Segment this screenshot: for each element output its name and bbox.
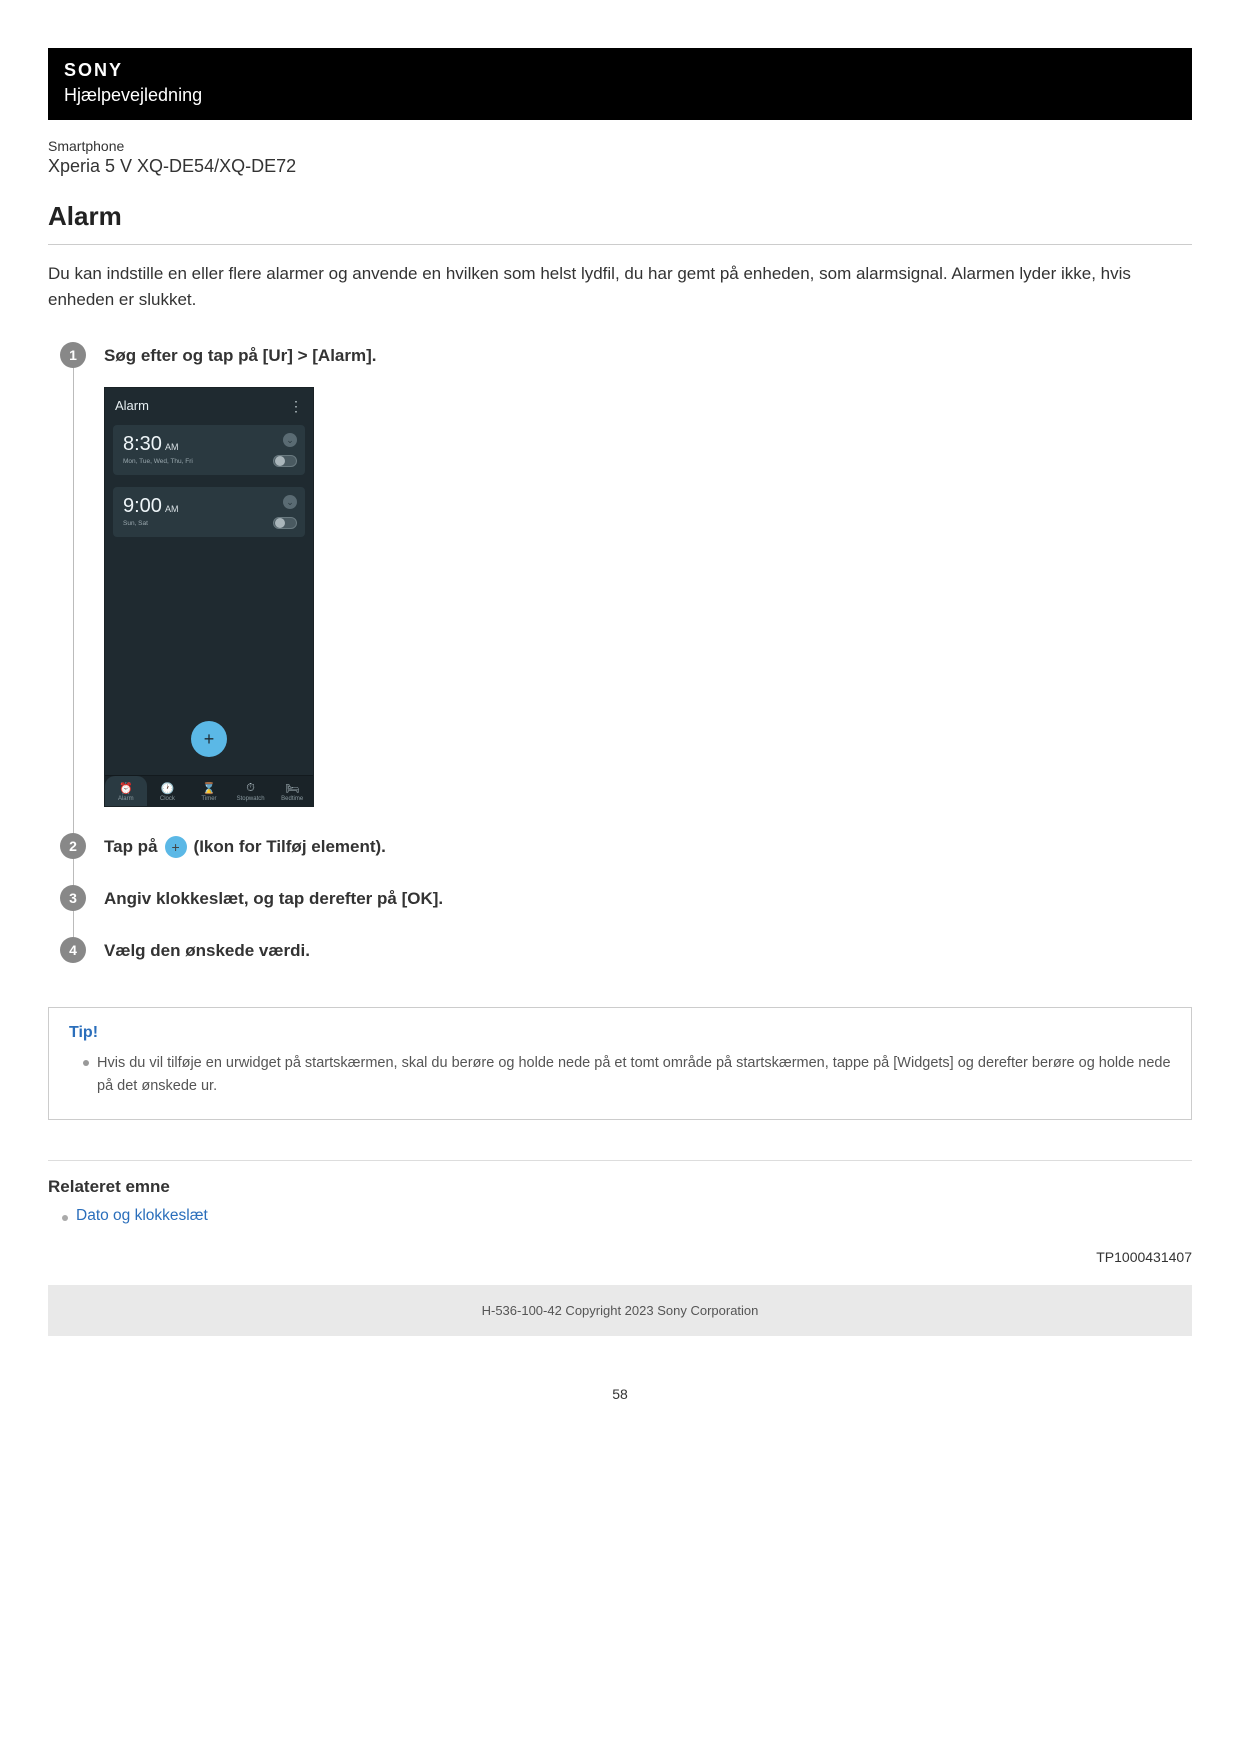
alarm-icon: ⏰ xyxy=(105,782,147,795)
nav-clock: 🕐Clock xyxy=(147,776,189,806)
step-connector xyxy=(73,364,74,838)
alarm-app-screenshot: Alarm ⋮ 8:30AM Mon, Tue, Wed, Thu, Fri ⌄… xyxy=(104,387,314,807)
add-item-icon: + xyxy=(165,836,187,858)
related-link[interactable]: Dato og klokkeslæt xyxy=(76,1207,208,1224)
step-4: 4 Vælg den ønskede værdi. xyxy=(60,937,1192,989)
alarm-toggle xyxy=(273,455,297,467)
step-instruction: Tap på + (Ikon for Tilføj element). xyxy=(104,835,1192,859)
page-title: Alarm xyxy=(48,201,1192,232)
nav-alarm: ⏰Alarm xyxy=(105,776,147,806)
alarm-toggle xyxy=(273,517,297,529)
alarm-row: 9:00AM Sun, Sat ⌄ xyxy=(113,487,305,537)
add-alarm-fab: + xyxy=(191,721,227,757)
help-guide-label: Hjælpevejledning xyxy=(64,85,1176,106)
step-number: 2 xyxy=(60,833,86,859)
step-number: 3 xyxy=(60,885,86,911)
step-instruction: Angiv klokkeslæt, og tap derefter på [OK… xyxy=(104,887,1192,911)
alarm-row: 8:30AM Mon, Tue, Wed, Thu, Fri ⌄ xyxy=(113,425,305,475)
nav-timer: ⌛Timer xyxy=(188,776,230,806)
header-bar: SONY Hjælpevejledning xyxy=(48,48,1192,120)
step-number: 4 xyxy=(60,937,86,963)
related-title: Relateret emne xyxy=(48,1177,1192,1197)
alarm-days: Mon, Tue, Wed, Thu, Fri xyxy=(123,458,295,465)
step-2: 2 Tap på + (Ikon for Tilføj element). xyxy=(60,833,1192,885)
tip-title: Tip! xyxy=(69,1024,1171,1042)
step-connector xyxy=(73,907,74,941)
product-category: Smartphone xyxy=(48,138,1192,154)
document-id: TP1000431407 xyxy=(48,1249,1192,1265)
alarm-ampm: AM xyxy=(165,442,179,452)
step-number: 1 xyxy=(60,342,86,368)
alarm-ampm: AM xyxy=(165,504,179,514)
alarm-days: Sun, Sat xyxy=(123,520,295,527)
step-3: 3 Angiv klokkeslæt, og tap derefter på [… xyxy=(60,885,1192,937)
brand-logo: SONY xyxy=(64,60,1176,81)
stopwatch-icon: ⏱ xyxy=(230,782,272,795)
tip-item: Hvis du vil tilføje en urwidget på start… xyxy=(83,1052,1171,1097)
alarm-time: 8:30 xyxy=(123,433,162,455)
product-model: Xperia 5 V XQ-DE54/XQ-DE72 xyxy=(48,156,1192,177)
step-instruction: Vælg den ønskede værdi. xyxy=(104,939,1192,963)
step-connector xyxy=(73,855,74,889)
nav-bedtime: 🛏Bedtime xyxy=(271,776,313,806)
nav-stopwatch: ⏱Stopwatch xyxy=(230,776,272,806)
bedtime-icon: 🛏 xyxy=(271,782,313,795)
bottom-nav: ⏰Alarm 🕐Clock ⌛Timer ⏱Stopwatch 🛏Bedtime xyxy=(105,775,313,806)
copyright-footer: H-536-100-42 Copyright 2023 Sony Corpora… xyxy=(48,1285,1192,1336)
timer-icon: ⌛ xyxy=(188,782,230,795)
intro-paragraph: Du kan indstille en eller flere alarmer … xyxy=(48,261,1192,314)
divider xyxy=(48,244,1192,245)
step-instruction: Søg efter og tap på [Ur] > [Alarm]. xyxy=(104,344,1192,368)
alarm-screen-title: Alarm xyxy=(115,398,149,413)
step-1: 1 Søg efter og tap på [Ur] > [Alarm]. Al… xyxy=(60,342,1192,834)
steps-list: 1 Søg efter og tap på [Ur] > [Alarm]. Al… xyxy=(48,342,1192,990)
related-item: Dato og klokkeslæt xyxy=(62,1207,1192,1225)
page-number: 58 xyxy=(48,1386,1192,1402)
more-menu-icon: ⋮ xyxy=(289,399,303,413)
clock-icon: 🕐 xyxy=(147,782,189,795)
alarm-time: 9:00 xyxy=(123,495,162,517)
divider xyxy=(48,1160,1192,1161)
tip-box: Tip! Hvis du vil tilføje en urwidget på … xyxy=(48,1007,1192,1120)
